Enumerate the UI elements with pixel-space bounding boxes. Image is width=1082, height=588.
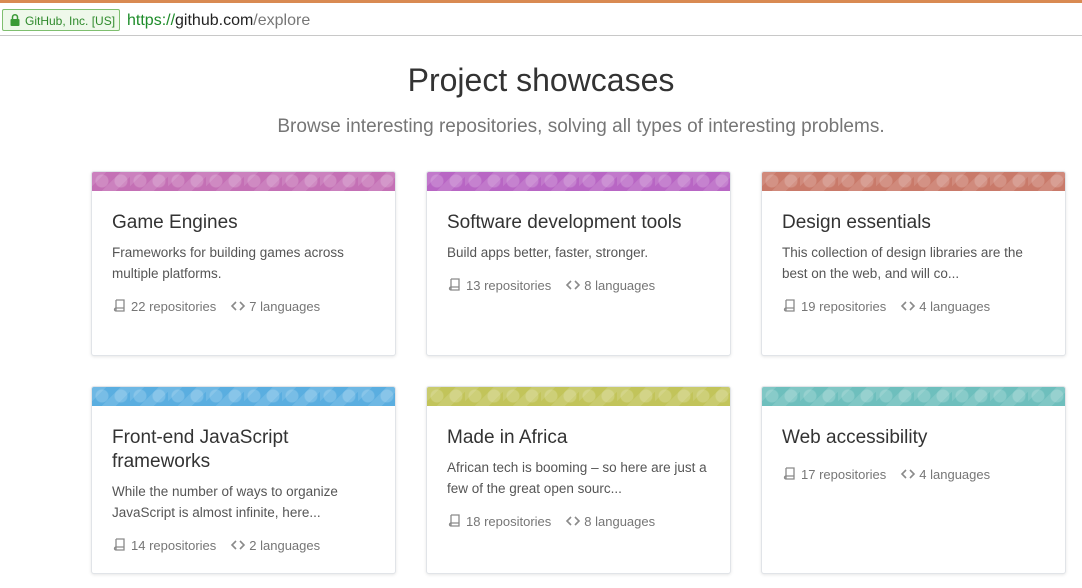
card-meta: 17 repositories 4 languages (782, 466, 990, 482)
code-icon (231, 540, 246, 550)
card-description: Frameworks for building games across mul… (112, 245, 344, 281)
card-banner (92, 387, 395, 406)
url-text[interactable]: https://github.com/explore (127, 11, 310, 31)
repo-icon (448, 514, 460, 527)
card-meta: 18 repositories 8 languages (447, 513, 655, 529)
repo-icon (448, 278, 460, 291)
showcase-card-front-end-javascript-frameworks[interactable]: Front-end JavaScript frameworks While th… (91, 386, 396, 574)
languages-count: 7 languages (249, 298, 321, 314)
code-icon (901, 469, 916, 479)
card-banner (427, 387, 730, 406)
card-banner (762, 387, 1065, 406)
card-banner (92, 172, 395, 191)
code-icon (566, 280, 581, 290)
code-icon (566, 516, 581, 526)
showcase-card-game-engines[interactable]: Game Engines Frameworks for building gam… (91, 171, 396, 356)
languages-count: 8 languages (584, 277, 656, 293)
languages-count: 8 languages (584, 513, 656, 529)
card-description: While the number of ways to organize Jav… (112, 484, 338, 520)
card-banner (427, 172, 730, 191)
showcase-card-made-in-africa[interactable]: Made in Africa African tech is booming –… (426, 386, 731, 574)
card-meta: 13 repositories 8 languages (447, 277, 655, 293)
page-title: Project showcases (407, 62, 675, 98)
repositories-count: 22 repositories (131, 298, 217, 314)
languages-count: 4 languages (919, 298, 991, 314)
card-title[interactable]: Game Engines (112, 211, 375, 235)
card-description: African tech is booming – so here are ju… (447, 460, 707, 496)
card-title[interactable]: Web accessibility (782, 426, 1045, 450)
repositories-count: 18 repositories (466, 513, 552, 529)
card-title[interactable]: Design essentials (782, 211, 1045, 235)
card-title[interactable]: Software development tools (447, 211, 710, 235)
card-banner (762, 172, 1065, 191)
showcase-card-design-essentials[interactable]: Design essentials This collection of des… (761, 171, 1066, 356)
languages-count: 4 languages (919, 466, 991, 482)
showcase-card-web-accessibility[interactable]: Web accessibility 17 repositories 4 lang… (761, 386, 1066, 574)
code-icon (901, 301, 916, 311)
repositories-count: 17 repositories (801, 466, 887, 482)
repo-icon (113, 538, 125, 551)
card-title[interactable]: Made in Africa (447, 426, 710, 450)
card-meta: 14 repositories 2 languages (112, 537, 320, 553)
code-icon (231, 301, 246, 311)
card-description: Build apps better, faster, stronger. (447, 245, 649, 260)
repo-icon (113, 299, 125, 312)
repositories-count: 13 repositories (466, 277, 552, 293)
card-title[interactable]: Front-end JavaScript frameworks (112, 426, 375, 474)
repositories-count: 19 repositories (801, 298, 887, 314)
repositories-count: 14 repositories (131, 537, 217, 553)
ev-certificate-badge[interactable]: GitHub, Inc. [US] (2, 9, 121, 31)
languages-count: 2 languages (249, 537, 321, 553)
page-subtitle: Browse interesting repositories, solving… (277, 116, 885, 137)
card-meta: 19 repositories 4 languages (782, 298, 990, 314)
repo-icon (783, 467, 795, 480)
url-scheme: https:// (127, 12, 176, 29)
ev-badge-label: GitHub, Inc. [US] (25, 14, 116, 28)
card-meta: 22 repositories 7 languages (112, 298, 320, 314)
showcase-card-software-development-tools[interactable]: Software development tools Build apps be… (426, 171, 731, 356)
repo-icon (783, 299, 795, 312)
lock-icon (10, 13, 20, 26)
url-host: github.com (175, 12, 254, 29)
card-description: This collection of design libraries are … (782, 245, 1023, 281)
address-bar[interactable]: GitHub, Inc. [US] https://github.com/exp… (0, 3, 1082, 36)
url-path: /explore (253, 12, 311, 29)
